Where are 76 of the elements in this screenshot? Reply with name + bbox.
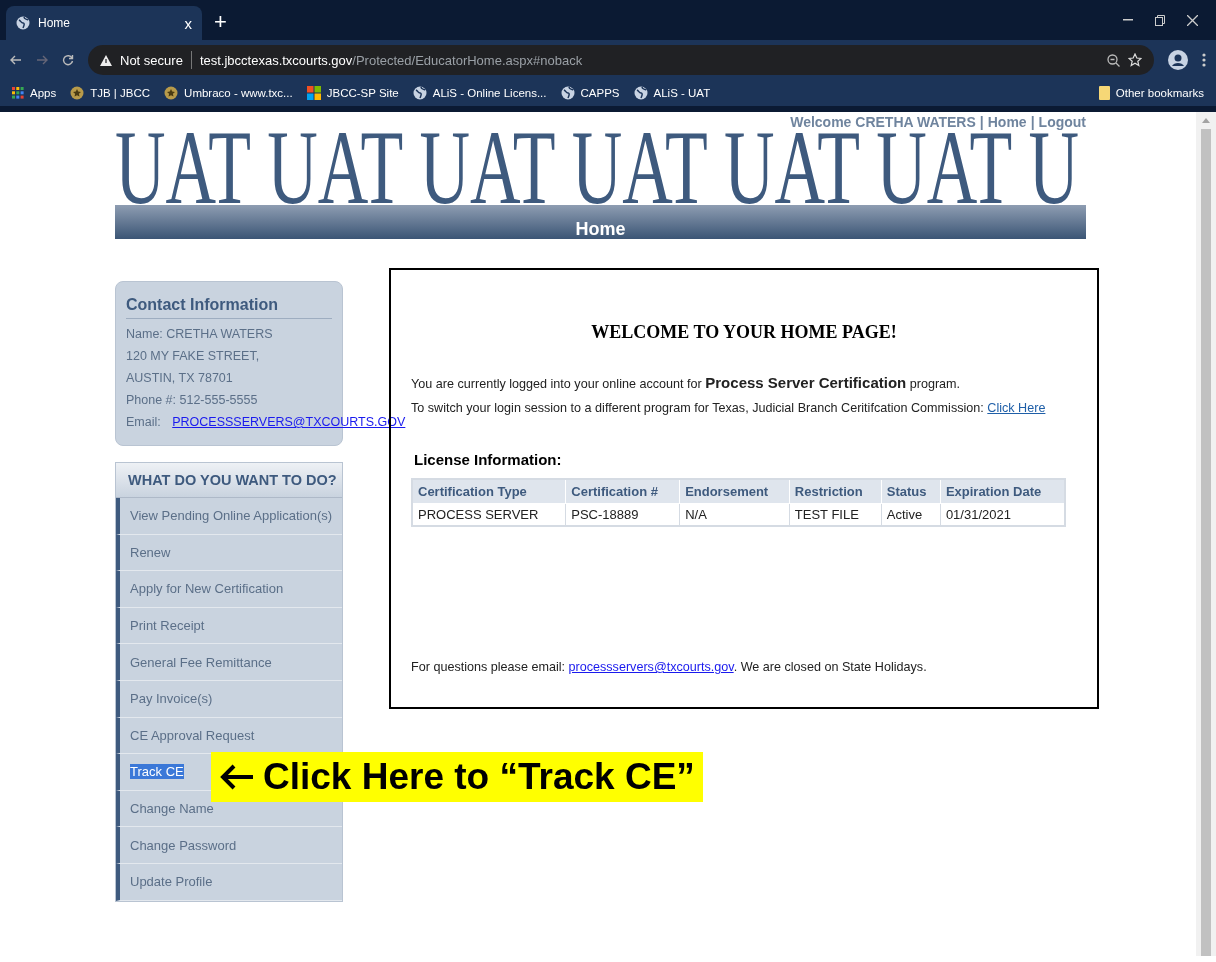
intro-text: You are currently logged into your online account for Process Server Certification program. [411, 373, 962, 393]
column-header: Certification Type [412, 479, 566, 504]
section-title: License Information: [414, 451, 563, 468]
link-separator: | [1030, 114, 1035, 130]
star-seal-icon [70, 86, 85, 100]
banner-title: UAT UAT UAT UAT UAT UAT U [115, 132, 1080, 204]
scrollbar[interactable] [1196, 112, 1216, 956]
contact-line: AUSTIN, TX 78701 [126, 370, 234, 387]
back-arrow-icon[interactable] [10, 54, 22, 66]
bookmark-link[interactable]: ALiS - Online Licens... [432, 87, 547, 99]
switch-text: To switch your login session to a different program for Texas, Judicial Branch Ceritifcation Commission: [411, 401, 984, 415]
menu-link[interactable]: Pay Invoice(s) [130, 691, 213, 707]
menu-dots-icon[interactable] [1202, 53, 1206, 67]
menu-link[interactable]: Change Password [130, 837, 237, 853]
minimize-icon[interactable] [1123, 19, 1133, 21]
folder-icon [1098, 86, 1110, 100]
new-tab-button[interactable]: + [214, 9, 227, 35]
header-link[interactable]: Welcome CRETHA WATERS [790, 114, 976, 130]
star-icon[interactable] [1128, 53, 1142, 67]
globe-icon [412, 86, 427, 100]
header-link[interactable]: Logout [1038, 114, 1086, 130]
menu-link[interactable]: Print Receipt [130, 618, 205, 634]
globe-icon [560, 86, 575, 100]
menu-link[interactable]: View Pending Online Application(s) [130, 508, 333, 524]
bookmark-link[interactable]: TJB | JBCC [90, 87, 151, 99]
email-link[interactable]: processservers@txcourts.gov [568, 660, 734, 674]
bookmark-link[interactable]: ALiS - UAT [653, 87, 711, 99]
column-header: Certification # [565, 479, 680, 504]
four-squares-icon [306, 86, 321, 100]
scrollbar-thumb[interactable] [1201, 129, 1211, 956]
contact-line: 120 MY FAKE STREET, [126, 348, 261, 365]
menu-link[interactable]: Track CE [130, 764, 184, 780]
bookmark-folder[interactable]: Other bookmarks [1115, 87, 1204, 99]
profile-avatar-icon[interactable] [1168, 50, 1188, 70]
reload-icon[interactable] [62, 54, 74, 66]
link-separator: | [979, 114, 984, 130]
menu-link[interactable]: Renew [130, 544, 171, 560]
apps-grid-icon [12, 87, 24, 99]
bookmark-link[interactable]: JBCC-SP Site [326, 87, 399, 99]
menu-link[interactable]: General Fee Remittance [130, 654, 272, 670]
star-seal-icon [164, 86, 179, 100]
menu-link[interactable]: Update Profile [130, 874, 213, 890]
switch-link[interactable]: Click Here [987, 401, 1046, 415]
page-title: Home [575, 219, 626, 239]
restore-icon[interactable] [1155, 14, 1165, 26]
zoom-out-icon[interactable] [1107, 53, 1120, 67]
close-icon[interactable] [1187, 14, 1198, 26]
browser-tab[interactable]: Home x [6, 6, 202, 40]
menu-link[interactable]: CE Approval Request [130, 727, 255, 743]
menu-title: WHAT DO YOU WANT TO DO? [116, 463, 342, 498]
globe-icon [16, 16, 30, 30]
column-header: Endorsement [679, 479, 790, 504]
column-header: Expiration Date [940, 479, 1065, 504]
globe-icon [633, 86, 648, 100]
menu-link[interactable]: Apply for New Certification [130, 581, 284, 597]
left-arrow-icon [219, 763, 255, 791]
warning-icon [100, 54, 112, 66]
column-header: Status [881, 479, 941, 504]
welcome-heading: WELCOME TO YOUR HOME PAGE! [590, 322, 898, 343]
bookmark-link[interactable]: CAPPS [580, 87, 620, 99]
column-header: Restriction [789, 479, 882, 504]
address-bar[interactable]: Not secure test.jbcctexas.txcourts.gov/Protected/EducatorHome.aspx#noback [88, 45, 1154, 75]
menu-link[interactable]: Change Name [130, 801, 214, 817]
callout-text: Click Here to “Track CE” [263, 756, 695, 798]
url-text: test.jbcctexas.txcourts.gov/Protected/EducatorHome.aspx#noback [199, 52, 583, 68]
security-label: Not secure [120, 52, 183, 68]
email-label: Email: [126, 415, 161, 429]
contact-note: For questions please email: processservers@txcourts.gov. We are closed on State Holidays. [411, 659, 928, 676]
header-link[interactable]: Home [987, 114, 1027, 130]
card-title: Contact Information [126, 296, 332, 319]
tab-title: Home [38, 16, 71, 30]
contact-line: Name: CRETHA WATERS [126, 326, 274, 343]
bookmark-link[interactable]: Umbraco - www.txc... [184, 87, 293, 99]
bookmark-link[interactable]: Apps [30, 87, 57, 99]
contact-line: Phone #: 512-555-5555 [126, 392, 259, 409]
tab-close-button[interactable]: x [184, 14, 192, 32]
